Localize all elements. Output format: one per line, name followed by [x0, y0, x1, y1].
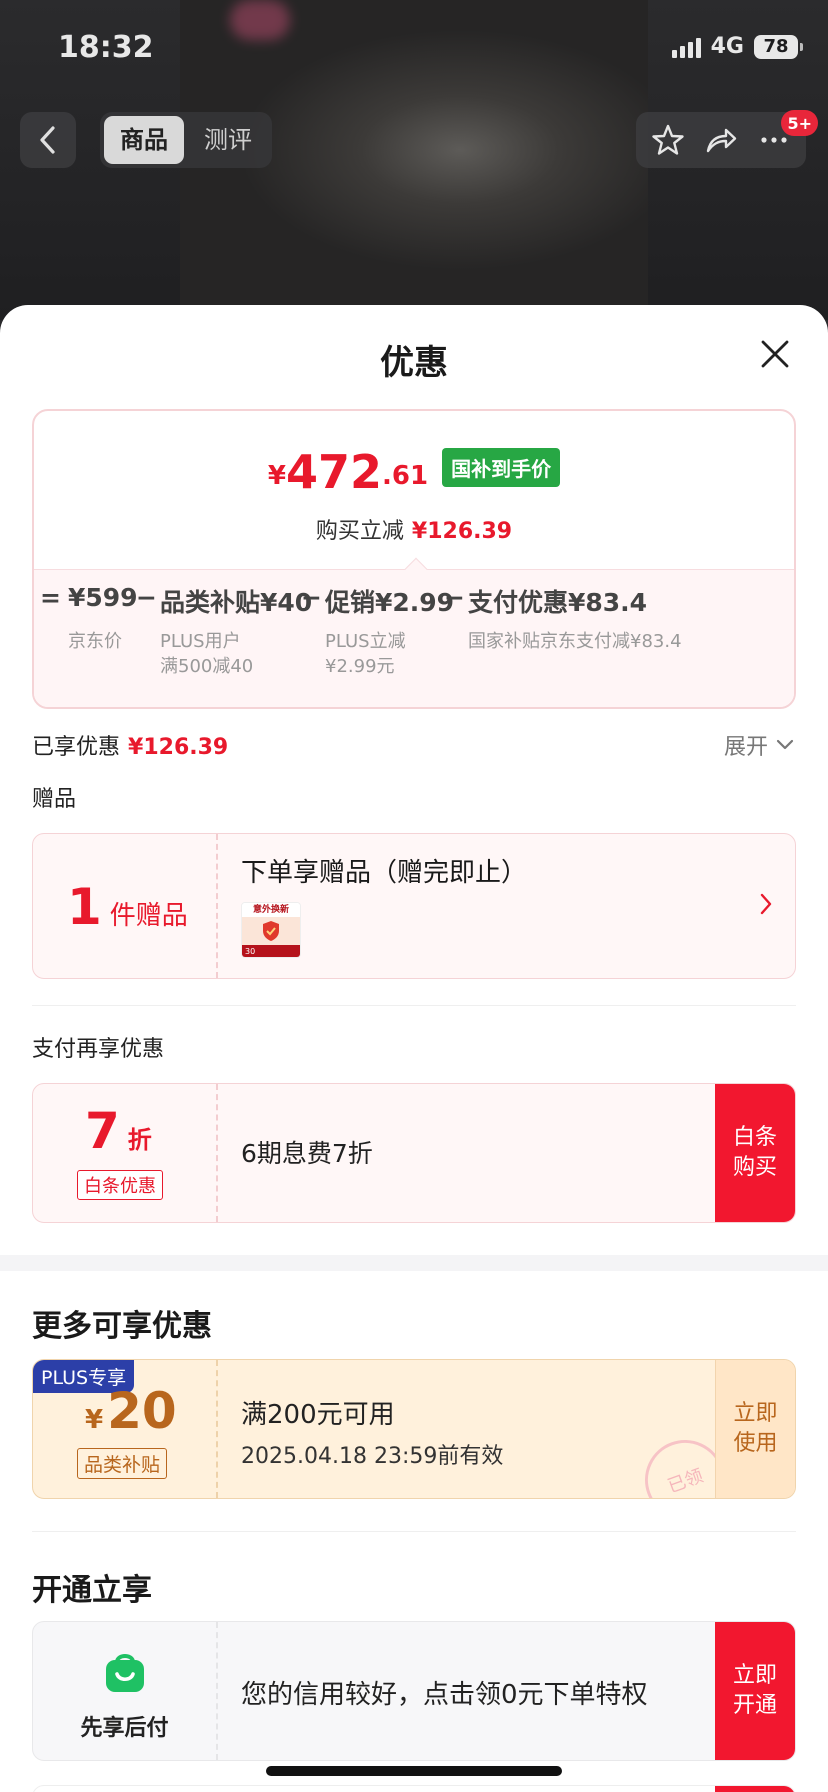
reduce-label: 购买立减 — [315, 519, 404, 544]
gift-thumbnail[interactable]: 意外换新 30 — [241, 902, 301, 958]
baitiao-tag: 白条优惠 — [77, 1170, 163, 1200]
coupon-type-tag: 品类补贴 — [77, 1448, 168, 1479]
baitiao-card: 7 折 白条优惠 6期息费7折 白条购买 — [32, 1083, 796, 1223]
network-type: 4G — [710, 34, 744, 59]
jd-price: ¥599 — [68, 583, 138, 612]
button-line-1: 白条 — [732, 1125, 777, 1150]
price-currency: ¥ — [267, 461, 286, 491]
shield-icon — [263, 921, 279, 941]
signal-icon — [671, 36, 701, 58]
subsidy-desc-1: PLUS用户 — [160, 631, 241, 652]
discount-number: 7 — [85, 1102, 120, 1160]
minus-sign: − — [136, 583, 157, 612]
use-coupon-button[interactable]: 立即 使用 — [715, 1360, 795, 1498]
promotion-desc-1: PLUS立减 — [325, 631, 406, 652]
star-icon[interactable] — [651, 123, 685, 157]
gift-thumb-title: 意外换新 — [242, 903, 300, 917]
shopping-bag-icon — [106, 1654, 144, 1692]
plus-coupon-card: PLUS专享 ¥ 20 品类补贴 满200元可用 2025.04.18 23:5… — [32, 1359, 796, 1499]
pay-discount: 支付优惠¥83.4 — [468, 588, 648, 617]
close-icon[interactable] — [760, 339, 790, 369]
subsidy-desc-2: 满500减40 — [160, 656, 254, 677]
price-integer: 472 — [286, 445, 383, 499]
gift-card[interactable]: 1 件赠品 下单享赠品（赠完即止） 意外换新 30 — [32, 833, 796, 979]
price-decimal: .61 — [382, 461, 429, 491]
gift-thumb-days: 30 — [242, 945, 300, 957]
button-line-2: 开通 — [732, 1693, 777, 1718]
coupon-expiry: 2025.04.18 23:59前有效 — [241, 1444, 504, 1469]
installment-text: 6期息费7折 — [241, 1139, 373, 1168]
subsidy-price-tag: 国补到手价 — [442, 448, 561, 487]
pay-later-card: 先享后付 您的信用较好，点击领0元下单特权 立即开通 — [32, 1621, 796, 1761]
gift-count-number: 1 — [67, 878, 102, 936]
jd-price-label: 京东价 — [68, 631, 122, 652]
tab-review[interactable]: 测评 — [188, 116, 268, 164]
reduce-value: ¥126.39 — [411, 519, 513, 544]
button-line-1: 立即 — [733, 1401, 778, 1426]
gift-count-unit: 件赠品 — [109, 901, 188, 931]
enjoyed-discount: 已享优惠 ¥126.39 — [32, 729, 228, 761]
chevron-left-icon — [40, 126, 55, 154]
gift-count: 1 件赠品 — [67, 878, 188, 936]
purchase-reduce: 购买立减 ¥126.39 — [34, 513, 794, 545]
price-summary-card: ¥ 472 .61 国补到手价 购买立减 ¥126.39 = ¥599 − 品类补… — [32, 409, 796, 709]
status-time: 18:32 — [58, 30, 154, 65]
next-card-partial — [32, 1785, 796, 1792]
pay-section-label: 支付再享优惠 — [32, 1037, 165, 1062]
discount-rate: 7 折 — [85, 1102, 152, 1160]
equals-sign: = — [40, 583, 61, 612]
final-price: ¥ 472 .61 国补到手价 — [34, 447, 794, 497]
minus-sign: − — [444, 583, 465, 612]
open-section-title: 开通立享 — [32, 1573, 152, 1608]
button-line-2: 购买 — [732, 1155, 777, 1180]
activate-button[interactable]: 立即 开通 — [715, 1622, 795, 1760]
enjoyed-value: ¥126.39 — [128, 735, 229, 760]
button-line-2: 使用 — [733, 1431, 778, 1456]
pay-discount-desc: 国家补贴京东支付减¥83.4 — [468, 631, 682, 652]
gift-title: 下单享赠品（赠完即止） — [241, 858, 528, 888]
expand-label: 展开 — [723, 735, 768, 760]
status-bar-right: 4G 78 — [671, 34, 803, 59]
pay-later-text: 您的信用较好，点击领0元下单特权 — [241, 1680, 648, 1710]
back-button[interactable] — [20, 112, 76, 168]
discount-sheet: 优惠 ¥ 472 .61 国补到手价 购买立减 ¥126.39 = ¥599 − … — [0, 305, 828, 1792]
coupon-currency: ¥ — [85, 1405, 104, 1435]
pay-later-label: 先享后付 — [80, 1716, 169, 1741]
promotion-desc-2: ¥2.99元 — [325, 656, 395, 677]
minus-sign: − — [301, 583, 322, 612]
button-line-1: 立即 — [732, 1663, 777, 1688]
coupon-condition: 满200元可用 — [241, 1400, 395, 1430]
more-section-title: 更多可享优惠 — [32, 1309, 212, 1344]
promotion: 促销¥2.99 — [325, 588, 455, 617]
chevron-right-icon — [760, 893, 772, 915]
top-tabs: 商品 测评 — [100, 112, 272, 168]
home-indicator[interactable] — [266, 1766, 562, 1776]
gift-section-label: 赠品 — [32, 787, 77, 812]
tab-product[interactable]: 商品 — [104, 116, 184, 164]
price-breakdown: = ¥599 − 品类补贴¥40 − 促销¥2.99 − 支付优惠¥83.4 — [34, 583, 794, 617]
expand-button[interactable]: 展开 — [724, 729, 794, 761]
message-badge: 5+ — [781, 110, 818, 136]
category-subsidy: 品类补贴¥40 — [160, 588, 313, 617]
battery-icon: 78 — [754, 34, 803, 59]
share-icon[interactable] — [704, 123, 738, 157]
discount-unit: 折 — [127, 1126, 152, 1154]
coupon-amount: ¥ 20 — [85, 1382, 177, 1440]
sheet-title: 优惠 — [380, 343, 448, 383]
baitiao-buy-button[interactable]: 白条 购买 — [715, 1084, 795, 1222]
coupon-value: 20 — [107, 1382, 177, 1440]
chevron-down-icon — [776, 739, 794, 750]
enjoyed-label: 已享优惠 — [32, 735, 121, 760]
